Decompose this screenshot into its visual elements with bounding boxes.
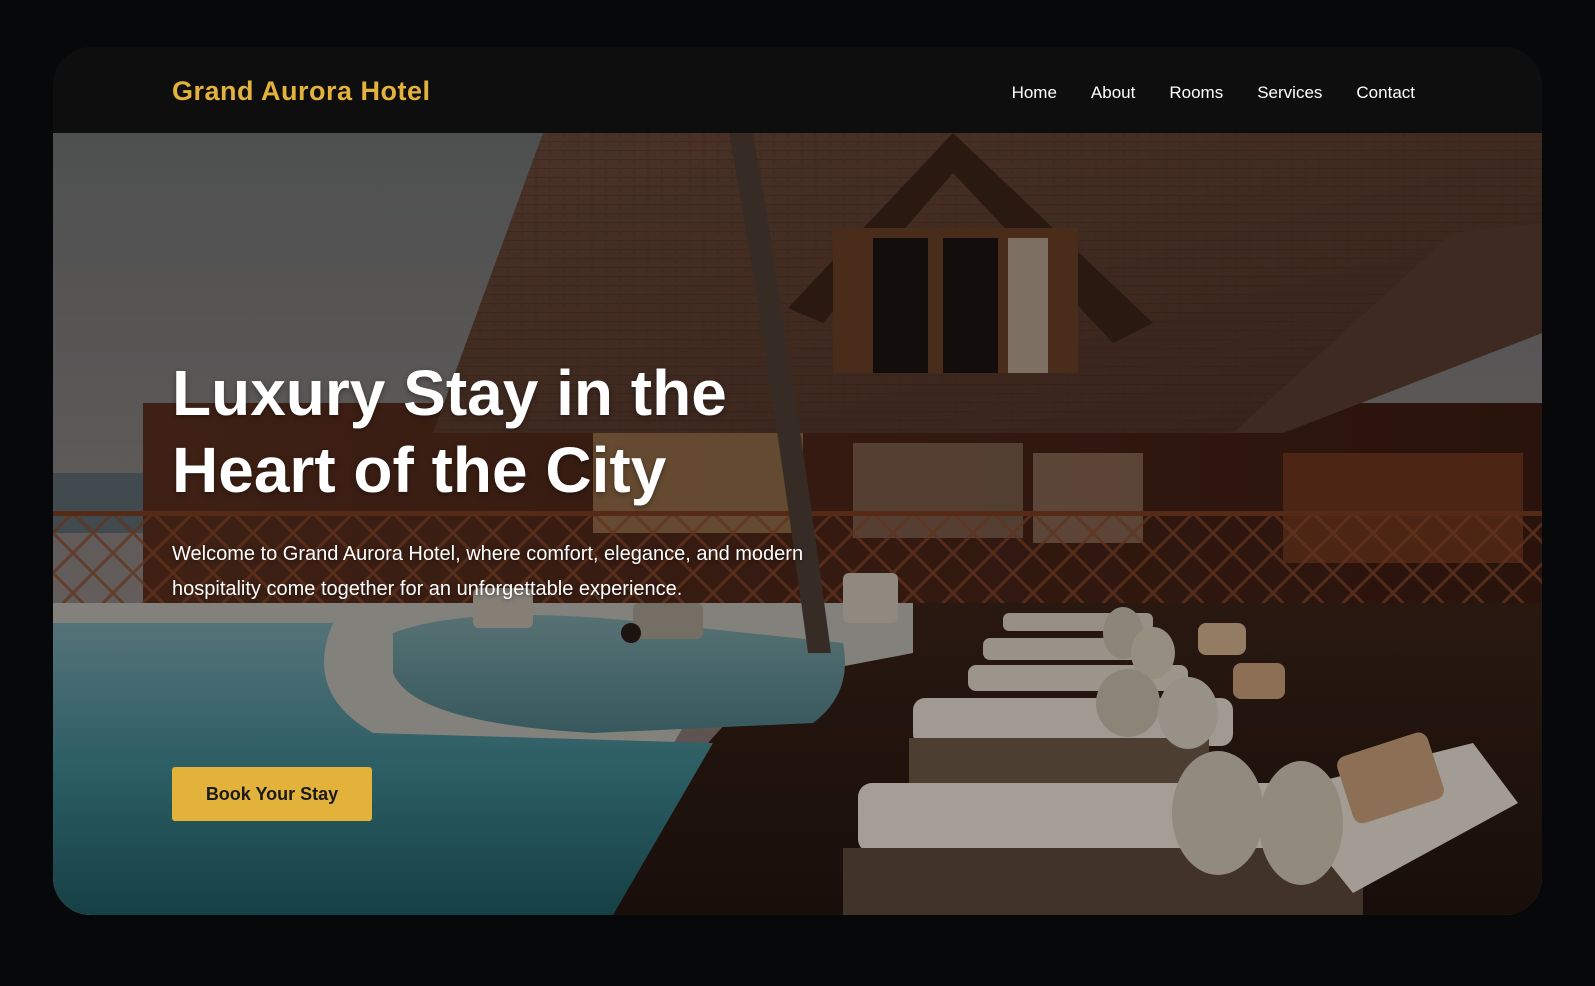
hero-subtitle: Welcome to Grand Aurora Hotel, where com… [172,543,804,600]
browser-frame: Grand Aurora Hotel Home About Rooms Serv… [53,47,1542,915]
nav-link-rooms[interactable]: Rooms [1169,83,1223,103]
hero-content: Luxury Stay in the Heart of the City Wel… [172,355,892,821]
hero-title: Luxury Stay in the Heart of the City [172,355,892,509]
hero-section: Luxury Stay in the Heart of the City Wel… [53,133,1542,915]
hero-title-line-1: Luxury Stay in the [172,357,727,429]
navbar: Grand Aurora Hotel Home About Rooms Serv… [53,47,1542,133]
nav-link-services[interactable]: Services [1257,83,1322,103]
nav-link-home[interactable]: Home [1012,83,1057,103]
brand-logo[interactable]: Grand Aurora Hotel [172,76,431,107]
nav-link-contact[interactable]: Contact [1356,83,1415,103]
book-your-stay-button[interactable]: Book Your Stay [172,767,372,821]
nav-link-about[interactable]: About [1091,83,1135,103]
nav-menu: Home About Rooms Services Contact [1012,83,1415,103]
hero-title-line-2: Heart of the City [172,434,667,506]
